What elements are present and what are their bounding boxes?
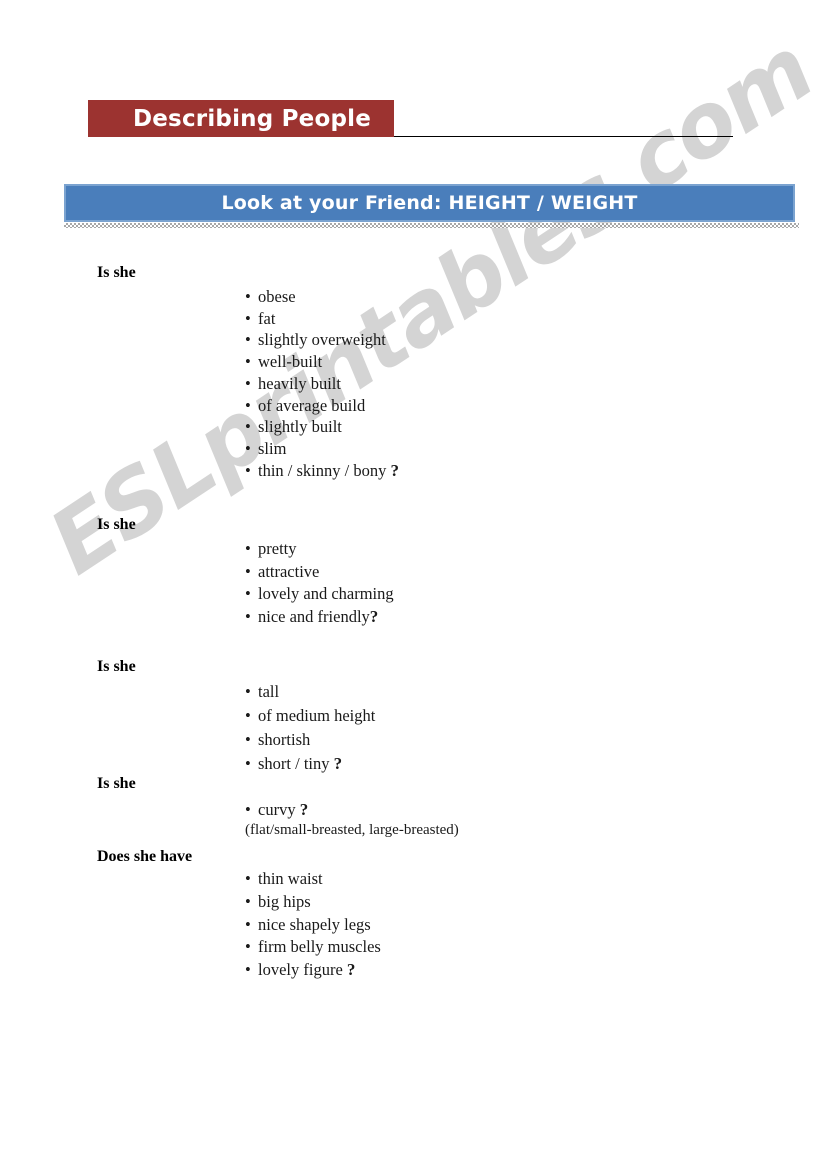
answer-option-item[interactable]: • shortish xyxy=(245,728,375,752)
bullet-icon: • xyxy=(245,373,251,393)
answer-option-item[interactable]: • firm belly muscles xyxy=(245,936,381,959)
answer-option-label: thin waist xyxy=(258,869,323,888)
bullet-icon: • xyxy=(245,754,251,773)
answer-option-list: • thin waist • big hips • nice shapely legs • f… xyxy=(245,868,381,982)
question-mark: ? xyxy=(299,800,309,819)
answer-option-label: tall xyxy=(258,682,280,701)
answer-option-label: lovely and charming xyxy=(258,584,394,603)
question-mark: ? xyxy=(390,460,399,480)
answer-option-list: • tall • of medium height • shortish • short / … xyxy=(245,680,375,776)
bullet-icon: • xyxy=(245,308,251,328)
bullet-icon: • xyxy=(245,561,251,581)
worksheet-title-banner: Describing People xyxy=(88,100,394,137)
answer-option-item[interactable]: • lovely figure ? xyxy=(245,959,381,982)
answer-option-label: curvy xyxy=(258,800,300,819)
question-mark: ? xyxy=(346,960,356,980)
section-prompt-label: Is she xyxy=(97,775,136,792)
bullet-icon: • xyxy=(245,706,251,725)
answer-option-item[interactable]: • short / tiny ? xyxy=(245,752,375,776)
answer-option-list: • pretty • attractive • lovely and charming • n… xyxy=(245,538,394,628)
answer-option-label: pretty xyxy=(258,539,297,558)
bullet-icon: • xyxy=(245,937,251,957)
page-title: Describing People xyxy=(132,105,372,132)
answer-option-item[interactable]: • lovely and charming xyxy=(245,583,394,606)
answer-option-label: slightly overweight xyxy=(258,330,386,350)
bullet-icon: • xyxy=(245,960,251,980)
bullet-icon: • xyxy=(245,730,251,749)
answer-option-note: (flat/small-breasted, large-breasted) xyxy=(245,822,459,838)
answer-option-label: short / tiny xyxy=(258,754,334,773)
answer-option-item[interactable]: • slightly built xyxy=(245,416,399,438)
question-mark: ? xyxy=(333,754,343,773)
answer-option-list: • curvy ? xyxy=(245,799,308,821)
worksheet-content: Is she • obese • fat • slightly overweight • wel… xyxy=(0,0,821,1169)
answer-option-label: of average build xyxy=(258,395,366,415)
bullet-icon: • xyxy=(245,395,251,415)
answer-option-label: big hips xyxy=(258,891,311,911)
bullet-icon: • xyxy=(245,330,251,350)
answer-option-label: well-built xyxy=(258,352,323,372)
question-mark: ? xyxy=(369,606,379,626)
answer-option-label: slim xyxy=(258,438,287,458)
bullet-icon: • xyxy=(245,539,251,558)
bullet-icon: • xyxy=(245,352,251,372)
answer-option-item[interactable]: • nice shapely legs xyxy=(245,914,381,937)
bullet-icon: • xyxy=(245,460,251,480)
answer-option-item[interactable]: • obese xyxy=(245,286,399,308)
answer-option-label: nice shapely legs xyxy=(258,914,371,934)
answer-option-label: shortish xyxy=(258,730,311,749)
answer-option-item[interactable]: • fat xyxy=(245,308,399,330)
answer-option-item[interactable]: • of average build xyxy=(245,395,399,417)
bullet-icon: • xyxy=(245,682,251,701)
answer-option-label: fat xyxy=(258,308,276,328)
bullet-icon: • xyxy=(245,438,251,458)
section-prompt-label: Is she xyxy=(97,516,136,533)
answer-option-label: of medium height xyxy=(258,706,376,725)
bullet-icon: • xyxy=(245,606,251,626)
answer-option-item[interactable]: • well-built xyxy=(245,351,399,373)
answer-option-label: lovely figure xyxy=(258,960,347,980)
answer-option-item[interactable]: • of medium height xyxy=(245,704,375,728)
answer-option-label: slightly built xyxy=(258,417,342,437)
bullet-icon: • xyxy=(245,914,251,934)
answer-option-item[interactable]: • thin / skinny / bony ? xyxy=(245,460,399,482)
bullet-icon: • xyxy=(245,800,251,819)
answer-option-item[interactable]: • big hips xyxy=(245,891,381,914)
section-prompt-label: Is she xyxy=(97,264,136,281)
bullet-icon: • xyxy=(245,417,251,437)
section-heading-banner: Look at your Friend: HEIGHT / WEIGHT xyxy=(64,184,795,222)
answer-option-label: obese xyxy=(258,287,296,306)
answer-option-label: thin / skinny / bony xyxy=(258,460,391,480)
answer-option-item[interactable]: • nice and friendly? xyxy=(245,606,394,629)
answer-option-item[interactable]: • thin waist xyxy=(245,868,381,891)
answer-option-list: • obese • fat • slightly overweight • well-buil… xyxy=(245,286,399,481)
bullet-icon: • xyxy=(245,584,251,603)
answer-option-item[interactable]: • curvy ? xyxy=(245,799,308,821)
answer-option-item[interactable]: • attractive xyxy=(245,561,394,584)
bullet-icon: • xyxy=(245,891,251,911)
answer-option-label: firm belly muscles xyxy=(258,937,381,957)
answer-option-item[interactable]: • tall xyxy=(245,680,375,704)
answer-option-label: attractive xyxy=(258,561,320,581)
answer-option-label: nice and friendly xyxy=(258,606,370,626)
answer-option-item[interactable]: • slim xyxy=(245,438,399,460)
section-prompt-label: Is she xyxy=(97,658,136,675)
section-banner-shadow xyxy=(64,223,799,228)
section-heading-text: Look at your Friend: HEIGHT / WEIGHT xyxy=(221,192,638,214)
bullet-icon: • xyxy=(245,869,251,888)
answer-option-item[interactable]: • heavily built xyxy=(245,373,399,395)
bullet-icon: • xyxy=(245,287,251,306)
answer-option-item[interactable]: • pretty xyxy=(245,538,394,561)
answer-option-item[interactable]: • slightly overweight xyxy=(245,329,399,351)
section-prompt-label: Does she have xyxy=(97,848,193,865)
worksheet-page: ESLprintables.com Describing People Look… xyxy=(0,0,821,1169)
title-underline-rule xyxy=(394,136,733,137)
answer-option-label: heavily built xyxy=(258,373,341,393)
